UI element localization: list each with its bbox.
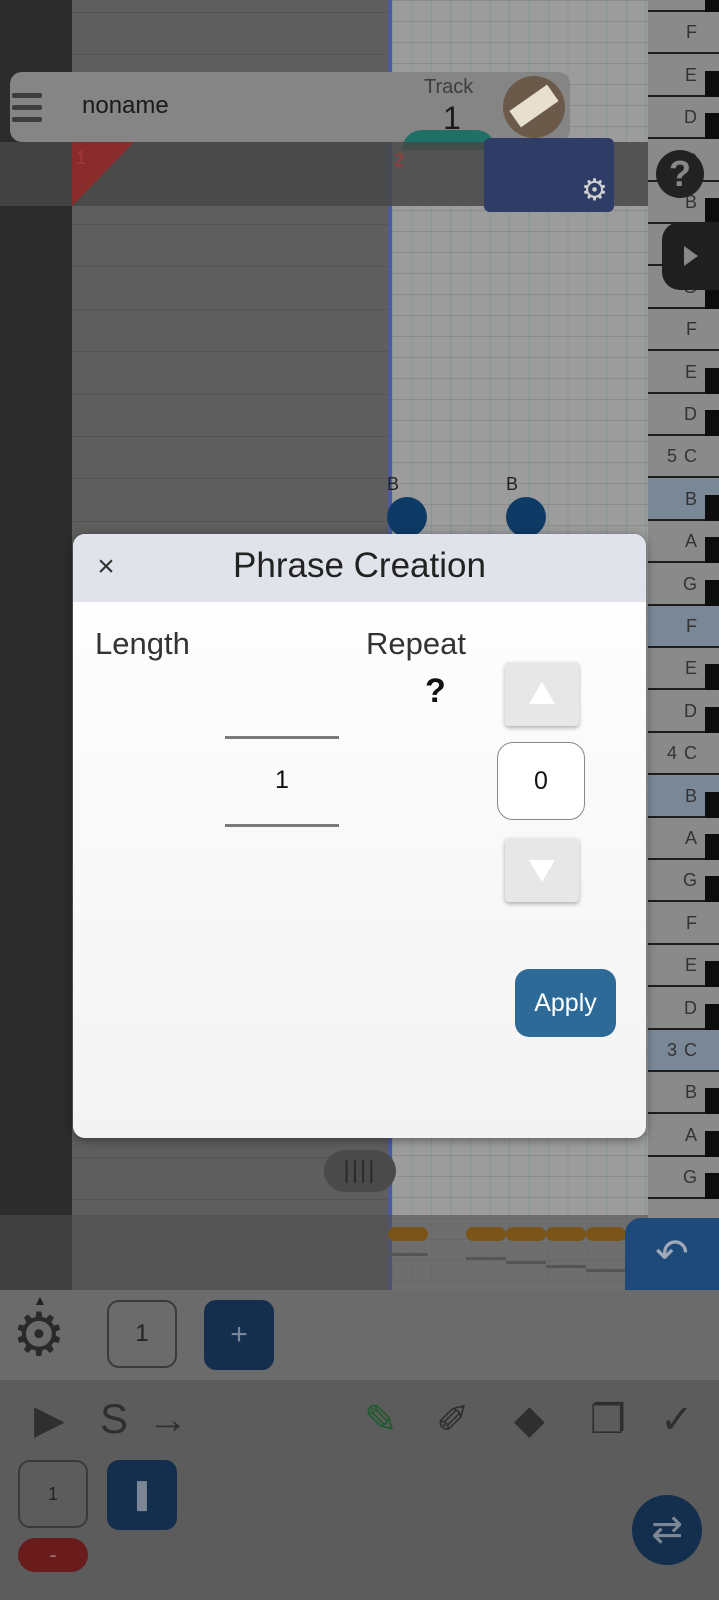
triangle-up-icon <box>529 682 555 704</box>
repeat-increment-button[interactable] <box>505 662 579 726</box>
apply-button[interactable]: Apply <box>515 969 616 1037</box>
length-picker-divider <box>225 736 339 739</box>
length-label: Length <box>95 626 190 661</box>
repeat-label: Repeat <box>366 626 466 661</box>
repeat-decrement-button[interactable] <box>505 838 579 902</box>
dialog-title: Phrase Creation <box>233 546 486 585</box>
triangle-down-icon <box>529 860 555 882</box>
length-picker[interactable]: 1 <box>225 766 339 795</box>
length-picker-divider <box>225 824 339 827</box>
help-icon[interactable]: ? <box>425 672 446 711</box>
phrase-creation-dialog: × Phrase Creation Length Repeat ? 1 0 Ap… <box>73 534 646 1138</box>
repeat-value-field[interactable]: 0 <box>497 742 585 820</box>
